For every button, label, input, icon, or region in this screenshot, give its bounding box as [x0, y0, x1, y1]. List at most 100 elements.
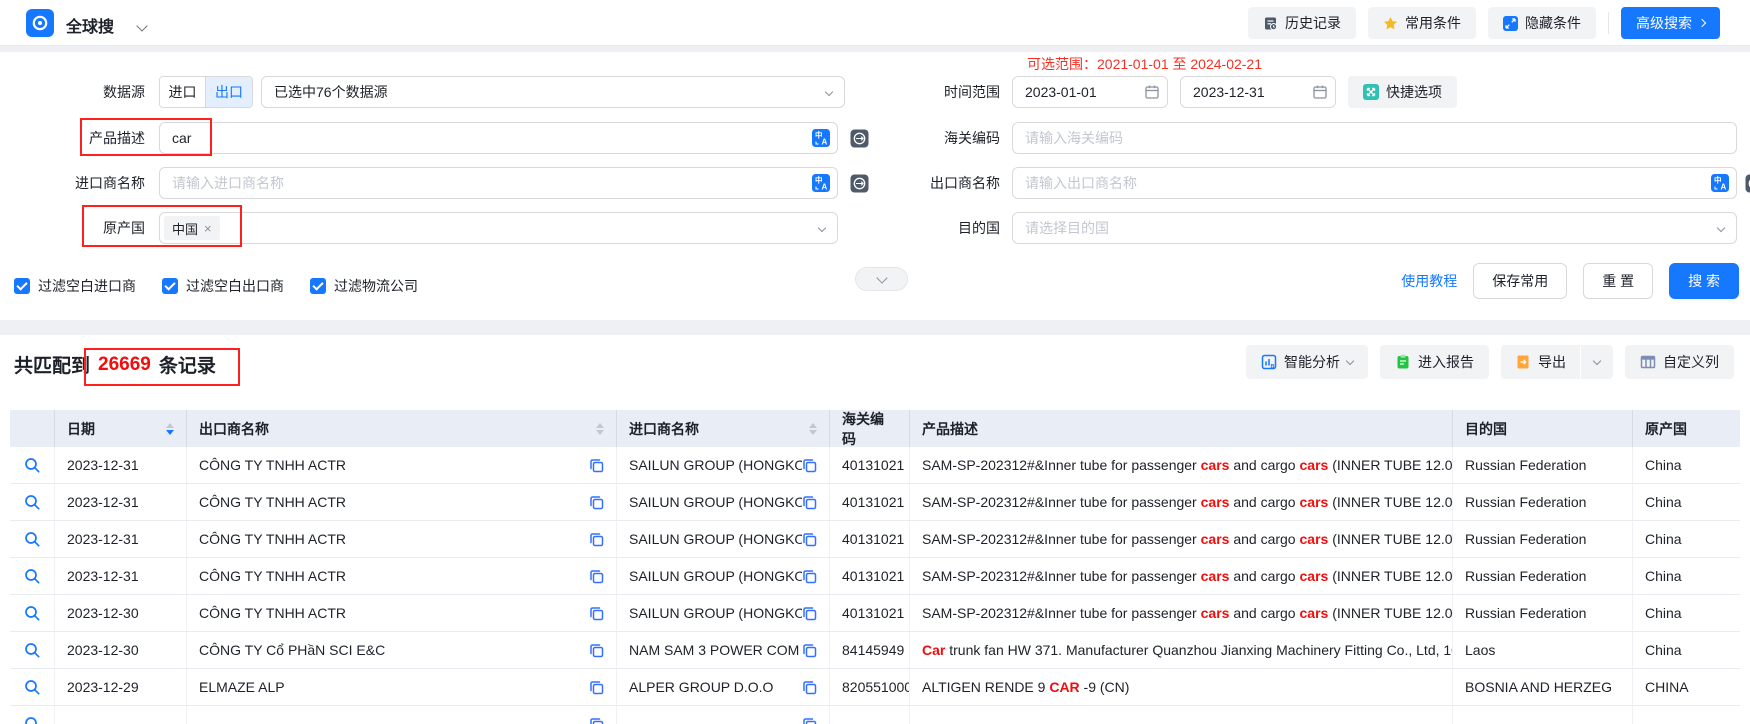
checkbox-checked-icon[interactable]	[310, 278, 326, 294]
row-search-icon[interactable]	[24, 494, 41, 511]
collapse-form-button[interactable]	[855, 267, 908, 291]
export-button[interactable]: 导出	[1501, 345, 1580, 379]
fuzzy-match-toggle-icon[interactable]	[850, 129, 869, 148]
header-importer: 进口商名称	[617, 410, 830, 447]
calendar-icon[interactable]	[1144, 84, 1160, 100]
customize-columns-button[interactable]: 自定义列	[1625, 345, 1734, 379]
row-search-icon[interactable]	[24, 679, 41, 696]
copy-icon[interactable]	[589, 606, 604, 621]
favorites-button[interactable]: 常用条件	[1368, 7, 1476, 39]
origin-country-field[interactable]: 中国 ×	[159, 212, 838, 244]
filter-logistics[interactable]: 过滤物流公司	[310, 276, 418, 296]
desc-text: trunk fan HW 371. Manufacturer Quanzhou …	[945, 642, 1453, 658]
copy-icon[interactable]	[589, 643, 604, 658]
reset-button[interactable]: 重 置	[1583, 263, 1653, 299]
hide-conditions-button[interactable]: 隐藏条件	[1488, 7, 1596, 39]
copy-icon[interactable]	[589, 458, 604, 473]
copy-icon[interactable]	[802, 495, 817, 510]
fuzzy-match-toggle-icon[interactable]	[850, 174, 869, 193]
exporter-input[interactable]	[1012, 167, 1737, 199]
sort-control[interactable]	[596, 423, 604, 435]
copy-icon[interactable]	[802, 532, 817, 547]
topbar: 全球搜 历史记录 常用条件 隐藏条件 高级搜索	[0, 0, 1750, 46]
advanced-search-button[interactable]: 高级搜索	[1621, 7, 1720, 39]
filter-blank-importer[interactable]: 过滤空白进口商	[14, 276, 136, 296]
row-search-icon[interactable]	[24, 457, 41, 474]
cell-hs-code: 84145949	[830, 632, 910, 668]
copy-icon[interactable]	[802, 643, 817, 658]
row-search-icon[interactable]	[24, 716, 41, 724]
table-row: 2023-12-31 CÔNG TY TNHH ACTR SAILUN GROU…	[10, 447, 1740, 484]
copy-icon[interactable]	[589, 532, 604, 547]
columns-icon	[1640, 354, 1656, 370]
header-label: 海关编码	[842, 409, 897, 449]
cell-date: 2023-12-30	[55, 632, 187, 668]
origin-country-label: 原产国	[0, 218, 145, 238]
row-search-icon[interactable]	[24, 642, 41, 659]
row-search-icon[interactable]	[24, 531, 41, 548]
translate-icon[interactable]: 中A	[812, 174, 830, 192]
cell-origin-country: China	[1633, 484, 1740, 520]
calendar-icon[interactable]	[1312, 84, 1328, 100]
copy-icon[interactable]	[802, 680, 817, 695]
cell-hs-code: 40131021	[830, 521, 910, 557]
filter-label: 过滤空白出口商	[186, 276, 284, 296]
export-dropdown-button[interactable]	[1581, 345, 1613, 379]
enter-report-button[interactable]: 进入报告	[1380, 345, 1489, 379]
tutorial-link[interactable]: 使用教程	[1401, 271, 1457, 291]
hs-code-input[interactable]	[1012, 122, 1737, 154]
dest-country-select[interactable]: 请选择目的国	[1012, 212, 1737, 244]
save-criteria-button[interactable]: 保存常用	[1473, 263, 1567, 299]
cell-product-desc: SAM-SP-202312#&Inner tube for passenger …	[910, 595, 1453, 631]
keyword-highlight: cars	[1201, 494, 1230, 510]
topbar-actions: 历史记录 常用条件 隐藏条件 高级搜索	[1248, 7, 1720, 39]
translate-icon[interactable]: 中A	[812, 129, 830, 147]
fuzzy-match-toggle-icon[interactable]	[1745, 174, 1750, 193]
cell-dest-country: Russian Federation	[1453, 521, 1633, 557]
table-row: 2023-12-29 ELMAZE ALP ALPER GROUP D.O.O …	[10, 669, 1740, 706]
row-search-icon[interactable]	[24, 568, 41, 585]
enter-report-label: 进入报告	[1418, 352, 1474, 372]
cell-product-desc: ALTIGEN RENDE 9 CAR -9 (CN)	[910, 669, 1453, 705]
product-desc-input[interactable]	[159, 122, 838, 154]
export-tab[interactable]: 出口	[206, 77, 252, 107]
copy-icon[interactable]	[802, 458, 817, 473]
cell-product-desc: SAM-SP-202312#&Inner tube for passenger …	[910, 521, 1453, 557]
smart-analysis-button[interactable]: BI 智能分析	[1246, 345, 1368, 379]
copy-icon[interactable]	[802, 717, 817, 724]
filter-blank-exporter[interactable]: 过滤空白出口商	[162, 276, 284, 296]
copy-icon[interactable]	[589, 680, 604, 695]
header-product-desc: 产品描述	[910, 410, 1453, 447]
search-button[interactable]: 搜 索	[1669, 263, 1739, 299]
history-button[interactable]: 历史记录	[1248, 7, 1356, 39]
import-tab[interactable]: 进口	[160, 77, 206, 107]
copy-icon[interactable]	[589, 569, 604, 584]
desc-text: SAM-SP-202312#&Inner tube for passenger	[922, 457, 1201, 473]
desc-text: and cargo	[1229, 605, 1299, 621]
copy-icon[interactable]	[589, 717, 604, 724]
checkbox-checked-icon[interactable]	[162, 278, 178, 294]
header-hs-code: 海关编码	[830, 410, 910, 447]
cell-product-desc: SAM-SP-202312#&Inner tube for passenger …	[910, 484, 1453, 520]
cell-hs-code: 40131021	[830, 595, 910, 631]
cell-exporter: CÔNG TY Cổ PHầN SCI E&C	[199, 642, 385, 658]
row-search-icon[interactable]	[24, 605, 41, 622]
cell-hs-code: 40131021	[830, 447, 910, 483]
sort-control[interactable]	[166, 423, 174, 435]
header-origin-country: 原产国	[1633, 410, 1740, 447]
translate-icon[interactable]: 中A	[1711, 174, 1729, 192]
importer-input[interactable]	[159, 167, 838, 199]
data-source-select[interactable]: 已选中76个数据源	[261, 76, 845, 108]
record-count: 共匹配到 26669 条记录	[14, 351, 216, 378]
remove-tag-icon[interactable]: ×	[204, 221, 212, 236]
desc-text: (INNER TUBE 12.00R	[1328, 531, 1453, 547]
copy-icon[interactable]	[589, 495, 604, 510]
copy-icon[interactable]	[802, 606, 817, 621]
checkbox-checked-icon[interactable]	[14, 278, 30, 294]
cell-hs-code: 40131021	[830, 484, 910, 520]
quick-options-button[interactable]: 快捷选项	[1348, 76, 1457, 108]
sort-control[interactable]	[809, 423, 817, 435]
copy-icon[interactable]	[802, 569, 817, 584]
app-switch-chevron-icon[interactable]	[138, 17, 146, 33]
cell-product-desc: SAM-SP-202312#&Inner tube for passenger …	[910, 447, 1453, 483]
